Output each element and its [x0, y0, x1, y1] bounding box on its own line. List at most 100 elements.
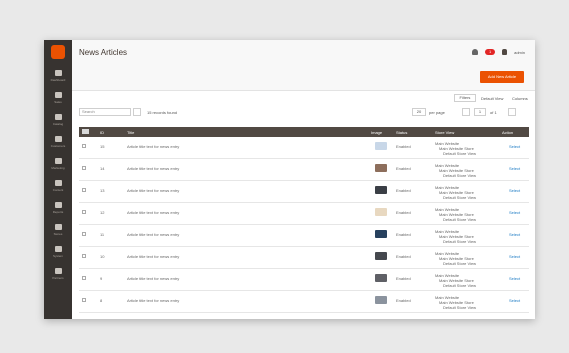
- row-checkbox[interactable]: [82, 144, 86, 148]
- row-store-view-3: Default Store View: [443, 305, 477, 310]
- row-action-link[interactable]: Select: [509, 232, 520, 237]
- admin-window: Dashboard Sales Catalog Customers Market…: [44, 40, 535, 319]
- row-id: 15: [100, 144, 105, 149]
- header-title[interactable]: Title: [127, 130, 134, 135]
- row-action-link[interactable]: Select: [509, 276, 520, 281]
- search-input[interactable]: Search: [79, 108, 131, 116]
- row-action-link[interactable]: Select: [509, 254, 520, 259]
- row-store-view-3: Default Store View: [443, 239, 477, 244]
- search-button[interactable]: [133, 108, 141, 116]
- row-title: Article title text for news entry: [127, 232, 180, 237]
- row-store-view-3: Default Store View: [443, 195, 477, 200]
- row-thumbnail: [375, 274, 387, 282]
- table-row[interactable]: 9 Article title text for news entry Enable…: [79, 269, 529, 291]
- sidebar-item-partners[interactable]: Partners: [44, 266, 72, 286]
- row-status: Enabled: [396, 232, 411, 237]
- gear-icon: [54, 246, 62, 252]
- row-store-view-3: Default Store View: [443, 283, 477, 288]
- row-store-view-3: Default Store View: [443, 261, 477, 266]
- row-title: Article title text for news entry: [127, 144, 180, 149]
- row-status: Enabled: [396, 188, 411, 193]
- header-actions: 1 admin: [472, 49, 525, 55]
- row-action-link[interactable]: Select: [509, 144, 520, 149]
- header-action: Action: [502, 130, 514, 135]
- row-checkbox[interactable]: [82, 298, 86, 302]
- page-number-input[interactable]: 1: [474, 108, 486, 116]
- row-checkbox[interactable]: [82, 188, 86, 192]
- row-action-link[interactable]: Select: [509, 166, 520, 171]
- header-id[interactable]: ID: [100, 130, 104, 135]
- search-icon[interactable]: [472, 49, 479, 55]
- magento-logo-icon[interactable]: [51, 45, 65, 59]
- row-status: Enabled: [396, 298, 411, 303]
- row-title: Article title text for news entry: [127, 166, 180, 171]
- row-checkbox[interactable]: [82, 276, 86, 280]
- columns-button[interactable]: Columns: [512, 96, 528, 101]
- table-row[interactable]: 11 Article title text for news entry Enabl…: [79, 225, 529, 247]
- row-thumbnail: [375, 142, 387, 150]
- grid-toolbar: Filters Default View Columns Search 15 r…: [72, 91, 535, 125]
- row-checkbox[interactable]: [82, 254, 86, 258]
- sidebar-item-label: Dashboard: [50, 78, 66, 82]
- sidebar-item-content[interactable]: Content: [44, 178, 72, 198]
- sidebar-item-marketing[interactable]: Marketing: [44, 156, 72, 176]
- main-content: News Articles 1 admin Add New Article Fi…: [72, 40, 535, 319]
- row-action-link[interactable]: Select: [509, 188, 520, 193]
- header-status[interactable]: Status: [396, 130, 407, 135]
- default-view-button[interactable]: Default View: [481, 96, 503, 101]
- row-action-link[interactable]: Select: [509, 298, 520, 303]
- sidebar-item-customers[interactable]: Customers: [44, 134, 72, 154]
- row-title: Article title text for news entry: [127, 188, 180, 193]
- table-row[interactable]: 15 Article title text for news entry Enabl…: [79, 137, 529, 159]
- records-count: 15 records found: [147, 110, 178, 115]
- cube-icon: [54, 114, 62, 120]
- sidebar-item-system[interactable]: System: [44, 244, 72, 264]
- table-row[interactable]: 10 Article title text for news entry Enabl…: [79, 247, 529, 269]
- row-action-link[interactable]: Select: [509, 210, 520, 215]
- row-checkbox[interactable]: [82, 210, 86, 214]
- per-page-label: per page: [429, 110, 445, 115]
- sidebar-item-sales[interactable]: Sales: [44, 90, 72, 110]
- sidebar-item-stores[interactable]: Stores: [44, 222, 72, 242]
- dashboard-icon: [54, 70, 62, 76]
- row-thumbnail: [375, 296, 387, 304]
- row-title: Article title text for news entry: [127, 210, 180, 215]
- row-id: 12: [100, 210, 105, 215]
- sidebar-item-dashboard[interactable]: Dashboard: [44, 68, 72, 88]
- sidebar-item-label: Marketing: [51, 166, 65, 170]
- sidebar-item-label: Reports: [52, 210, 64, 214]
- next-page-button[interactable]: [508, 108, 516, 116]
- row-checkbox[interactable]: [82, 166, 86, 170]
- sidebar-item-label: Partners: [52, 276, 64, 280]
- table-row[interactable]: 14 Article title text for news entry Enabl…: [79, 159, 529, 181]
- sidebar-item-reports[interactable]: Reports: [44, 200, 72, 220]
- add-article-button[interactable]: Add New Article: [480, 71, 524, 83]
- row-thumbnail: [375, 208, 387, 216]
- row-thumbnail: [375, 186, 387, 194]
- row-thumbnail: [375, 252, 387, 260]
- row-checkbox[interactable]: [82, 232, 86, 236]
- notification-badge[interactable]: 1: [485, 49, 496, 55]
- user-name[interactable]: admin: [514, 50, 525, 55]
- row-id: 11: [100, 232, 105, 237]
- sidebar-item-label: Sales: [54, 100, 62, 104]
- table-row[interactable]: 12 Article title text for news entry Enabl…: [79, 203, 529, 225]
- per-page-select[interactable]: 20: [412, 108, 426, 116]
- row-status: Enabled: [396, 166, 411, 171]
- bar-chart-icon: [54, 202, 62, 208]
- page-header: News Articles 1 admin: [72, 40, 535, 67]
- row-status: Enabled: [396, 276, 411, 281]
- mass-select-checkbox[interactable]: [82, 129, 89, 134]
- row-thumbnail: [375, 164, 387, 172]
- row-thumbnail: [375, 230, 387, 238]
- prev-page-button[interactable]: [462, 108, 470, 116]
- filters-button[interactable]: Filters: [454, 94, 476, 102]
- sidebar-item-label: Catalog: [52, 122, 64, 126]
- table-row[interactable]: 8 Article title text for news entry Enable…: [79, 291, 529, 313]
- row-store-view-3: Default Store View: [443, 151, 477, 156]
- row-status: Enabled: [396, 144, 411, 149]
- table-row[interactable]: 13 Article title text for news entry Enabl…: [79, 181, 529, 203]
- sidebar-item-catalog[interactable]: Catalog: [44, 112, 72, 132]
- user-icon[interactable]: [502, 49, 508, 55]
- box-icon: [54, 268, 62, 274]
